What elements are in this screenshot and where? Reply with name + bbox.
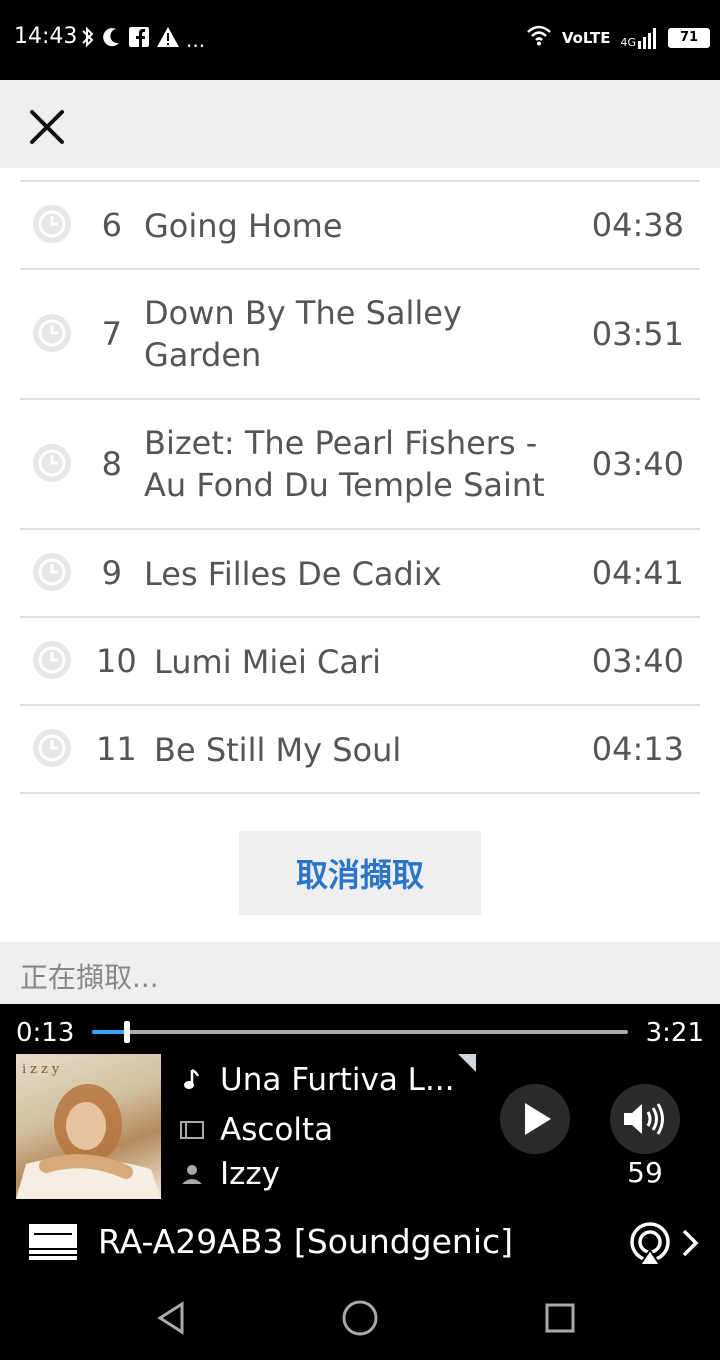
back-icon[interactable] bbox=[152, 1298, 192, 1338]
track-title: Going Home bbox=[144, 207, 343, 245]
device-selector[interactable]: RA-A29AB3 [Soundgenic] bbox=[0, 1204, 720, 1274]
track-number: 7 bbox=[101, 315, 122, 353]
home-icon[interactable] bbox=[340, 1298, 380, 1338]
track-duration: 04:41 bbox=[591, 554, 684, 592]
track-duration: 03:51 bbox=[591, 315, 684, 353]
status-time: 14:43 bbox=[14, 24, 78, 49]
battery-icon: 71 bbox=[668, 27, 710, 48]
volume-button[interactable] bbox=[610, 1084, 680, 1154]
bluetooth-icon bbox=[80, 26, 96, 54]
song-title: Una Furtiva L... bbox=[220, 1062, 455, 1098]
close-icon bbox=[30, 110, 64, 144]
device-icon bbox=[29, 1224, 77, 1260]
wifi-icon bbox=[526, 24, 552, 51]
song-row: Una Furtiva L... bbox=[180, 1062, 455, 1098]
artist-row: Izzy bbox=[180, 1156, 280, 1192]
clock-icon bbox=[33, 641, 71, 679]
status-bar: 14:43 ... VoLTE 4G 71 bbox=[0, 0, 720, 80]
track-row-10[interactable]: 10 Lumi Miei Cari 03:40 bbox=[20, 618, 700, 706]
volte-label: VoLTE bbox=[561, 28, 611, 47]
clock-icon bbox=[33, 314, 71, 352]
elapsed-time: 0:13 bbox=[16, 1018, 75, 1048]
album-icon bbox=[180, 1118, 204, 1142]
progress-bar[interactable] bbox=[92, 1021, 628, 1043]
track-duration: 04:13 bbox=[591, 730, 684, 768]
system-nav-bar bbox=[0, 1274, 720, 1360]
device-name: RA-A29AB3 [Soundgenic] bbox=[98, 1222, 514, 1261]
status-right: VoLTE 4G 71 bbox=[526, 24, 710, 51]
artist-name: Izzy bbox=[220, 1156, 281, 1192]
track-row-9[interactable]: 9 Les Filles De Cadix 04:41 bbox=[20, 530, 700, 618]
track-title: Be Still My Soul bbox=[154, 731, 402, 769]
extracting-status: 正在擷取... bbox=[0, 942, 720, 1004]
track-duration: 03:40 bbox=[591, 445, 684, 483]
track-row-7[interactable]: 7 Down By The Salley Garden 03:51 bbox=[20, 270, 700, 400]
airplay-icon[interactable] bbox=[628, 1222, 672, 1266]
play-button[interactable] bbox=[500, 1084, 570, 1154]
chevron-right-icon bbox=[682, 1229, 699, 1257]
album-art-figure bbox=[16, 1084, 161, 1199]
album-art[interactable]: izzy bbox=[16, 1054, 161, 1199]
warning-icon bbox=[156, 26, 180, 54]
recents-icon[interactable] bbox=[540, 1298, 580, 1338]
track-title: Bizet: The Pearl Fishers - Au Fond Du Te… bbox=[144, 424, 545, 504]
progress-fill bbox=[92, 1030, 127, 1034]
track-duration: 03:40 bbox=[591, 642, 684, 680]
track-title: Les Filles De Cadix bbox=[144, 555, 442, 593]
mini-player: 0:13 3:21 izzy Una Furtiva L... Ascolta … bbox=[0, 1004, 720, 1274]
queue-indicator bbox=[458, 1054, 476, 1072]
track-number: 11 bbox=[96, 730, 137, 768]
volume-level: 59 bbox=[627, 1156, 663, 1189]
facebook-icon bbox=[128, 26, 150, 54]
album-title: Ascolta bbox=[220, 1112, 334, 1148]
track-title: Down By The Salley Garden bbox=[144, 294, 462, 374]
volume-icon bbox=[624, 1103, 664, 1135]
person-icon bbox=[180, 1162, 204, 1186]
track-row-11[interactable]: 11 Be Still My Soul 04:13 bbox=[20, 706, 700, 794]
clock-icon bbox=[33, 205, 71, 243]
track-number: 8 bbox=[101, 445, 122, 483]
clock-icon bbox=[33, 729, 71, 767]
total-time: 3:21 bbox=[645, 1018, 704, 1048]
clock-icon bbox=[33, 444, 71, 482]
progress-thumb[interactable] bbox=[123, 1021, 130, 1043]
status-left-icons: ... bbox=[80, 26, 205, 54]
play-icon bbox=[525, 1103, 551, 1135]
moon-icon bbox=[102, 26, 122, 54]
close-button[interactable] bbox=[22, 102, 72, 152]
track-row-8[interactable]: 8 Bizet: The Pearl Fishers - Au Fond Du … bbox=[20, 400, 700, 530]
track-duration: 04:38 bbox=[591, 206, 684, 244]
clock-icon bbox=[33, 553, 71, 591]
extracting-label: 正在擷取... bbox=[20, 961, 159, 994]
track-number: 10 bbox=[96, 642, 137, 680]
track-title: Lumi Miei Cari bbox=[154, 643, 382, 681]
signal-icon: 4G bbox=[620, 27, 658, 49]
track-number: 9 bbox=[101, 554, 122, 592]
track-row-6[interactable]: 6 Going Home 04:38 bbox=[20, 182, 700, 270]
cancel-extract-button[interactable]: 取消擷取 bbox=[239, 831, 481, 915]
header bbox=[0, 80, 720, 168]
track-list: 6 Going Home 04:38 7 Down By The Salley … bbox=[0, 168, 720, 942]
more-icon: ... bbox=[186, 28, 206, 52]
album-row: Ascolta bbox=[180, 1112, 333, 1148]
music-note-icon bbox=[180, 1068, 204, 1092]
track-number: 6 bbox=[101, 206, 122, 244]
